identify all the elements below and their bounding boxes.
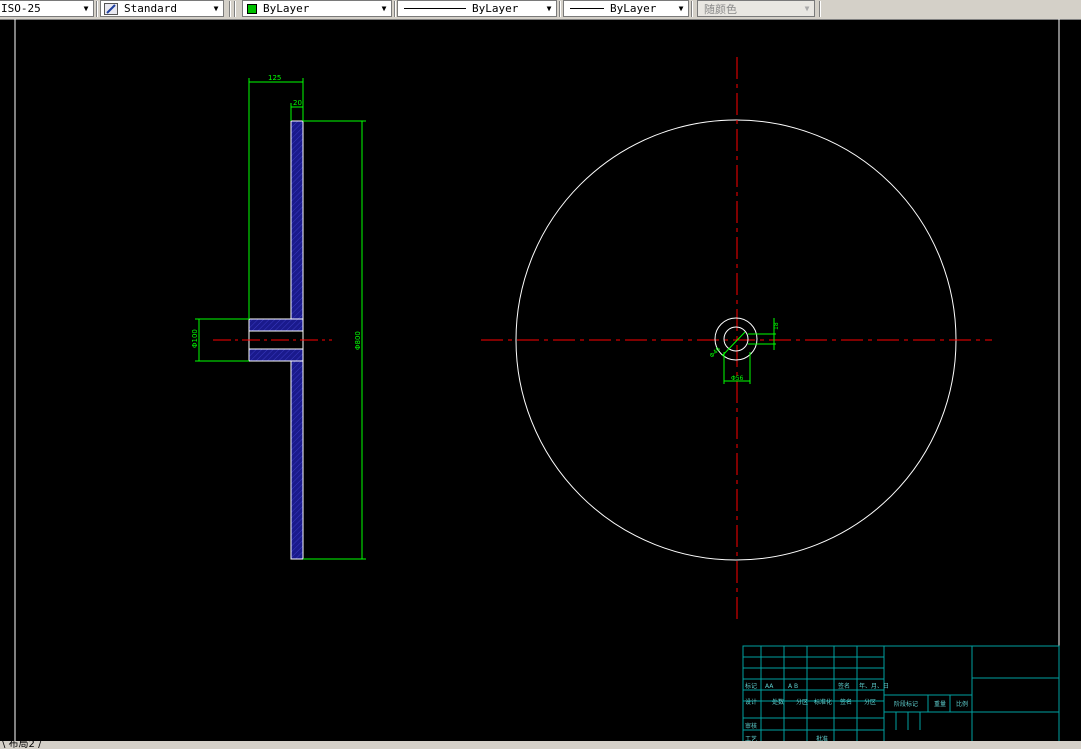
layout-tabs-bar: \ 布局2 / [0,741,1081,749]
front-view: 18 Φ46 Φ56 [481,57,992,620]
toolbar-separator [96,1,98,17]
hub-circle [714,317,758,361]
dropdown-arrow-icon[interactable]: ▼ [377,1,391,16]
layer-color-value: ByLayer [263,2,310,15]
lineweight-preview-icon [570,8,604,9]
lineweight-combo[interactable]: ByLayer ▼ [563,0,689,17]
toolbar-separator [229,1,231,17]
toolbar-separator [234,1,236,17]
textstyle-combo[interactable]: Standard ▼ [100,0,224,17]
toolbar-separator [394,1,396,17]
tb-col-label: 重量 [934,700,946,708]
dim-bore56-text: Φ56 [731,375,744,382]
tb-col-label: 比例 [956,700,968,708]
dropdown-arrow-icon[interactable]: ▼ [800,1,814,16]
title-block [742,645,1060,741]
dim-od-text: Φ800 [354,331,362,350]
title-block-frame [742,645,1060,741]
dim-bore-r-text: Φ46 [708,346,722,360]
dropdown-arrow-icon[interactable]: ▼ [674,1,688,16]
dim-keyway-text: 18 [773,322,780,330]
dim-hub-text: Φ100 [191,329,199,348]
section-view: 125 20 Φ800 Φ100 [191,74,366,560]
dimstyle-combo[interactable]: ISO-25 ▼ [0,0,94,17]
dropdown-arrow-icon[interactable]: ▼ [209,1,223,16]
dim-thickness-text: 20 [293,99,302,107]
toolbar-separator [819,1,821,17]
dim-width-text: 125 [268,74,281,82]
plotstyle-value: 随颜色 [704,2,737,16]
bore-circle [723,326,749,352]
color-swatch-icon [247,3,257,14]
tb-value: A B [788,683,798,690]
section-hatch-web-upper [290,120,304,320]
drawing-canvas[interactable]: 125 20 Φ800 Φ100 18 Φ46 Φ56 标记 AA A B 签名… [0,19,1081,741]
section-hatch-hub-upper [248,318,304,332]
tb-value: AA [765,683,774,690]
tb-col-label: 标准化 [814,698,832,706]
plotstyle-combo[interactable]: 随颜色 ▼ [697,0,815,17]
tb-row-label: 审核 [745,722,757,730]
tb-col-label: 签名 [840,698,852,706]
layout-tab[interactable]: \ 布局2 / [0,741,41,749]
linetype-combo[interactable]: ByLayer ▼ [397,0,557,17]
tb-col-label: 分区 [864,698,876,706]
tb-col-label: 分区 [796,698,808,706]
tb-col-label: 处数 [772,698,784,706]
tb-col-label: 年、月、日 [859,682,889,690]
tb-col-label: 阶段标记 [894,700,918,708]
textstyle-value: Standard [124,2,177,15]
section-hatch-hub-lower [248,348,304,362]
section-hatch-web-lower [290,360,304,560]
dropdown-arrow-icon[interactable]: ▼ [79,1,93,16]
toolbar-separator [559,1,561,17]
text-style-icon [104,2,118,15]
linetype-preview-icon [404,8,466,9]
tb-row-label: 设计 [745,698,757,706]
layer-color-combo[interactable]: ByLayer ▼ [242,0,392,17]
tb-col-label: 签名 [838,682,850,690]
lineweight-value: ByLayer [610,2,657,15]
tb-row-label: 标记 [745,682,757,690]
linetype-value: ByLayer [472,2,519,15]
properties-toolbar: ISO-25 ▼ Standard ▼ ByLayer ▼ ByLayer ▼ … [0,0,1081,20]
toolbar-separator [691,1,693,17]
dimstyle-value: ISO-25 [1,2,41,15]
dropdown-arrow-icon[interactable]: ▼ [542,1,556,16]
